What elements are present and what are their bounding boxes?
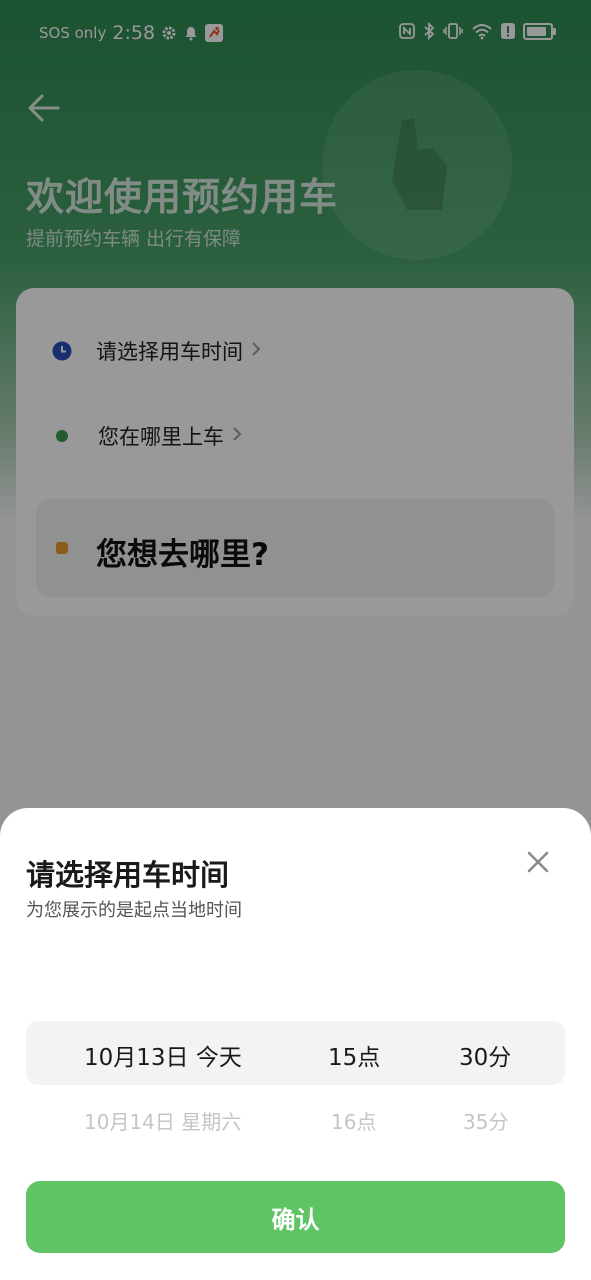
picker-hour-selected[interactable]: 15点 <box>328 1038 380 1072</box>
close-icon <box>527 851 549 873</box>
picker-minute-selected[interactable]: 30分 <box>459 1038 511 1072</box>
sheet-subtitle: 为您展示的是起点当地时间 <box>26 900 242 921</box>
close-button[interactable] <box>524 848 552 876</box>
picker-date-selected[interactable]: 10月13日 今天 <box>84 1038 242 1072</box>
sheet-title: 请选择用车时间 <box>26 858 230 892</box>
picker-hour-next[interactable]: 16点 <box>331 1106 376 1135</box>
confirm-button[interactable]: 确认 <box>26 1181 565 1253</box>
picker-date-next[interactable]: 10月14日 星期六 <box>84 1106 241 1135</box>
picker-minute-next[interactable]: 35分 <box>463 1106 508 1135</box>
time-picker-sheet: 请选择用车时间 为您展示的是起点当地时间 10月13日 今天 15点 30分 1… <box>0 808 591 1280</box>
